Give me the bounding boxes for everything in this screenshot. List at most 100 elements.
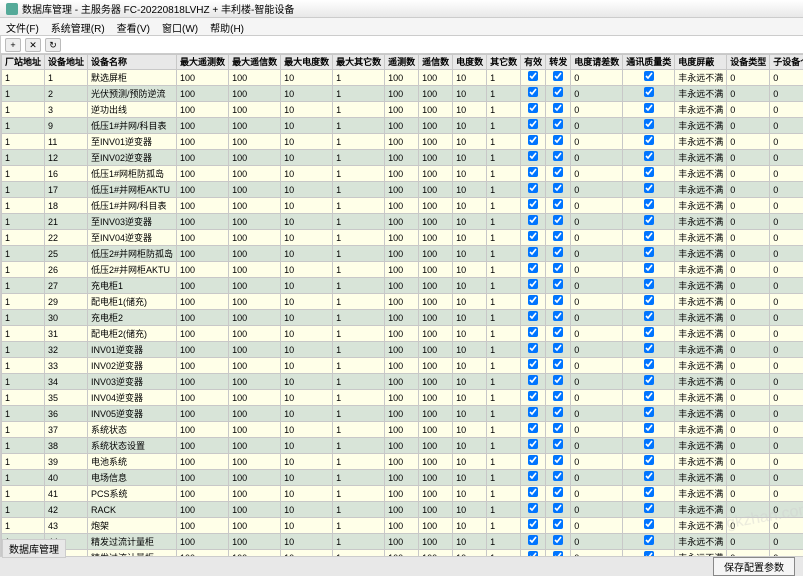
table-cell[interactable]: 1	[487, 70, 521, 86]
table-cell[interactable]: 100	[177, 278, 229, 294]
table-cell[interactable]: 10	[453, 310, 487, 326]
table-cell[interactable]: 丰永远不满	[675, 166, 727, 182]
checkbox[interactable]	[553, 263, 563, 273]
table-cell[interactable]: 0	[770, 390, 803, 406]
table-cell[interactable]: 100	[385, 518, 419, 534]
table-cell[interactable]: 1	[2, 166, 45, 182]
table-cell[interactable]	[623, 70, 675, 86]
table-cell[interactable]: 100	[177, 150, 229, 166]
checkbox[interactable]	[528, 535, 538, 545]
table-cell[interactable]: 10	[453, 422, 487, 438]
checkbox[interactable]	[528, 87, 538, 97]
table-cell[interactable]: 1	[487, 454, 521, 470]
table-cell[interactable]	[623, 358, 675, 374]
table-cell[interactable]: 1	[333, 534, 385, 550]
table-cell[interactable]: 10	[281, 358, 333, 374]
table-cell[interactable]: 1	[487, 518, 521, 534]
table-cell[interactable]: 低压1#并网柜AKTU	[88, 182, 177, 198]
table-cell[interactable]: 1	[487, 422, 521, 438]
table-cell[interactable]: 100	[385, 406, 419, 422]
checkbox[interactable]	[553, 455, 563, 465]
table-cell[interactable]: 1	[2, 246, 45, 262]
table-row[interactable]: 141PCS系统1001001011001001010丰永远不满00	[2, 486, 803, 502]
table-cell[interactable]: 100	[229, 134, 281, 150]
table-cell[interactable]	[623, 134, 675, 150]
table-cell[interactable]: 1	[487, 150, 521, 166]
table-cell[interactable]: 10	[453, 70, 487, 86]
table-cell[interactable]	[623, 294, 675, 310]
checkbox[interactable]	[553, 487, 563, 497]
table-cell[interactable]: 100	[385, 294, 419, 310]
checkbox[interactable]	[528, 359, 538, 369]
table-cell[interactable]: 1	[2, 406, 45, 422]
table-row[interactable]: 138系统状态设置1001001011001001010丰永远不满00	[2, 438, 803, 454]
table-cell[interactable]: 10	[281, 486, 333, 502]
table-cell[interactable]: 10	[281, 182, 333, 198]
table-cell[interactable]: 10	[453, 118, 487, 134]
table-cell[interactable]: 至INV03逆变器	[88, 214, 177, 230]
column-header[interactable]: 电度屏蔽	[675, 55, 727, 70]
table-cell[interactable]: 10	[281, 86, 333, 102]
table-cell[interactable]: 精发过流计量柜	[88, 534, 177, 550]
table-cell[interactable]: 1	[333, 406, 385, 422]
table-cell[interactable]: 1	[333, 166, 385, 182]
table-cell[interactable]: 1	[333, 550, 385, 557]
checkbox[interactable]	[528, 263, 538, 273]
table-cell[interactable]: 100	[419, 534, 453, 550]
table-cell[interactable]: 0	[770, 518, 803, 534]
table-cell[interactable]	[623, 502, 675, 518]
table-cell[interactable]: 1	[333, 150, 385, 166]
table-cell[interactable]: 17	[45, 182, 88, 198]
table-cell[interactable]: 0	[770, 70, 803, 86]
table-cell[interactable]: 100	[385, 550, 419, 557]
table-cell[interactable]: 丰永远不满	[675, 326, 727, 342]
column-header[interactable]: 设备名称	[88, 55, 177, 70]
checkbox[interactable]	[528, 407, 538, 417]
checkbox[interactable]	[553, 167, 563, 177]
table-cell[interactable]: 100	[419, 502, 453, 518]
table-cell[interactable]: 100	[177, 390, 229, 406]
table-cell[interactable]	[546, 502, 571, 518]
table-cell[interactable]: 100	[419, 214, 453, 230]
table-cell[interactable]	[546, 390, 571, 406]
table-cell[interactable]: 22	[45, 230, 88, 246]
table-cell[interactable]: 100	[385, 422, 419, 438]
table-cell[interactable]: 35	[45, 390, 88, 406]
checkbox[interactable]	[644, 103, 654, 113]
table-cell[interactable]: 0	[770, 214, 803, 230]
table-cell[interactable]	[521, 406, 546, 422]
table-cell[interactable]: 10	[453, 214, 487, 230]
table-cell[interactable]: 1	[333, 326, 385, 342]
table-cell[interactable]: 100	[229, 214, 281, 230]
table-cell[interactable]: 0	[770, 342, 803, 358]
table-cell[interactable]: 100	[177, 534, 229, 550]
table-cell[interactable]: 至INV01逆变器	[88, 134, 177, 150]
table-cell[interactable]	[623, 118, 675, 134]
checkbox[interactable]	[644, 423, 654, 433]
table-cell[interactable]: 0	[727, 358, 770, 374]
table-row[interactable]: 117低压1#并网柜AKTU1001001011001001010丰永远不满00	[2, 182, 803, 198]
table-cell[interactable]: 100	[177, 406, 229, 422]
checkbox[interactable]	[644, 471, 654, 481]
table-cell[interactable]: 100	[419, 310, 453, 326]
table-cell[interactable]: 电场信息	[88, 470, 177, 486]
checkbox[interactable]	[528, 551, 538, 556]
table-cell[interactable]: 100	[177, 118, 229, 134]
table-cell[interactable]: 0	[770, 486, 803, 502]
table-cell[interactable]	[546, 342, 571, 358]
table-cell[interactable]: 10	[453, 262, 487, 278]
table-cell[interactable]: 100	[177, 502, 229, 518]
table-cell[interactable]: 0	[727, 294, 770, 310]
checkbox[interactable]	[528, 503, 538, 513]
table-cell[interactable]: 100	[385, 278, 419, 294]
table-cell[interactable]: 默选屏柜	[88, 70, 177, 86]
table-cell[interactable]: 10	[453, 406, 487, 422]
table-cell[interactable]	[521, 294, 546, 310]
table-cell[interactable]	[546, 406, 571, 422]
column-header[interactable]: 最大其它数	[333, 55, 385, 70]
table-cell[interactable]: 0	[727, 454, 770, 470]
table-cell[interactable]: 100	[177, 230, 229, 246]
table-row[interactable]: 116低压1#网柜防孤岛1001001011001001010丰永远不满00	[2, 166, 803, 182]
menu-item[interactable]: 窗口(W)	[162, 20, 198, 33]
checkbox[interactable]	[528, 183, 538, 193]
